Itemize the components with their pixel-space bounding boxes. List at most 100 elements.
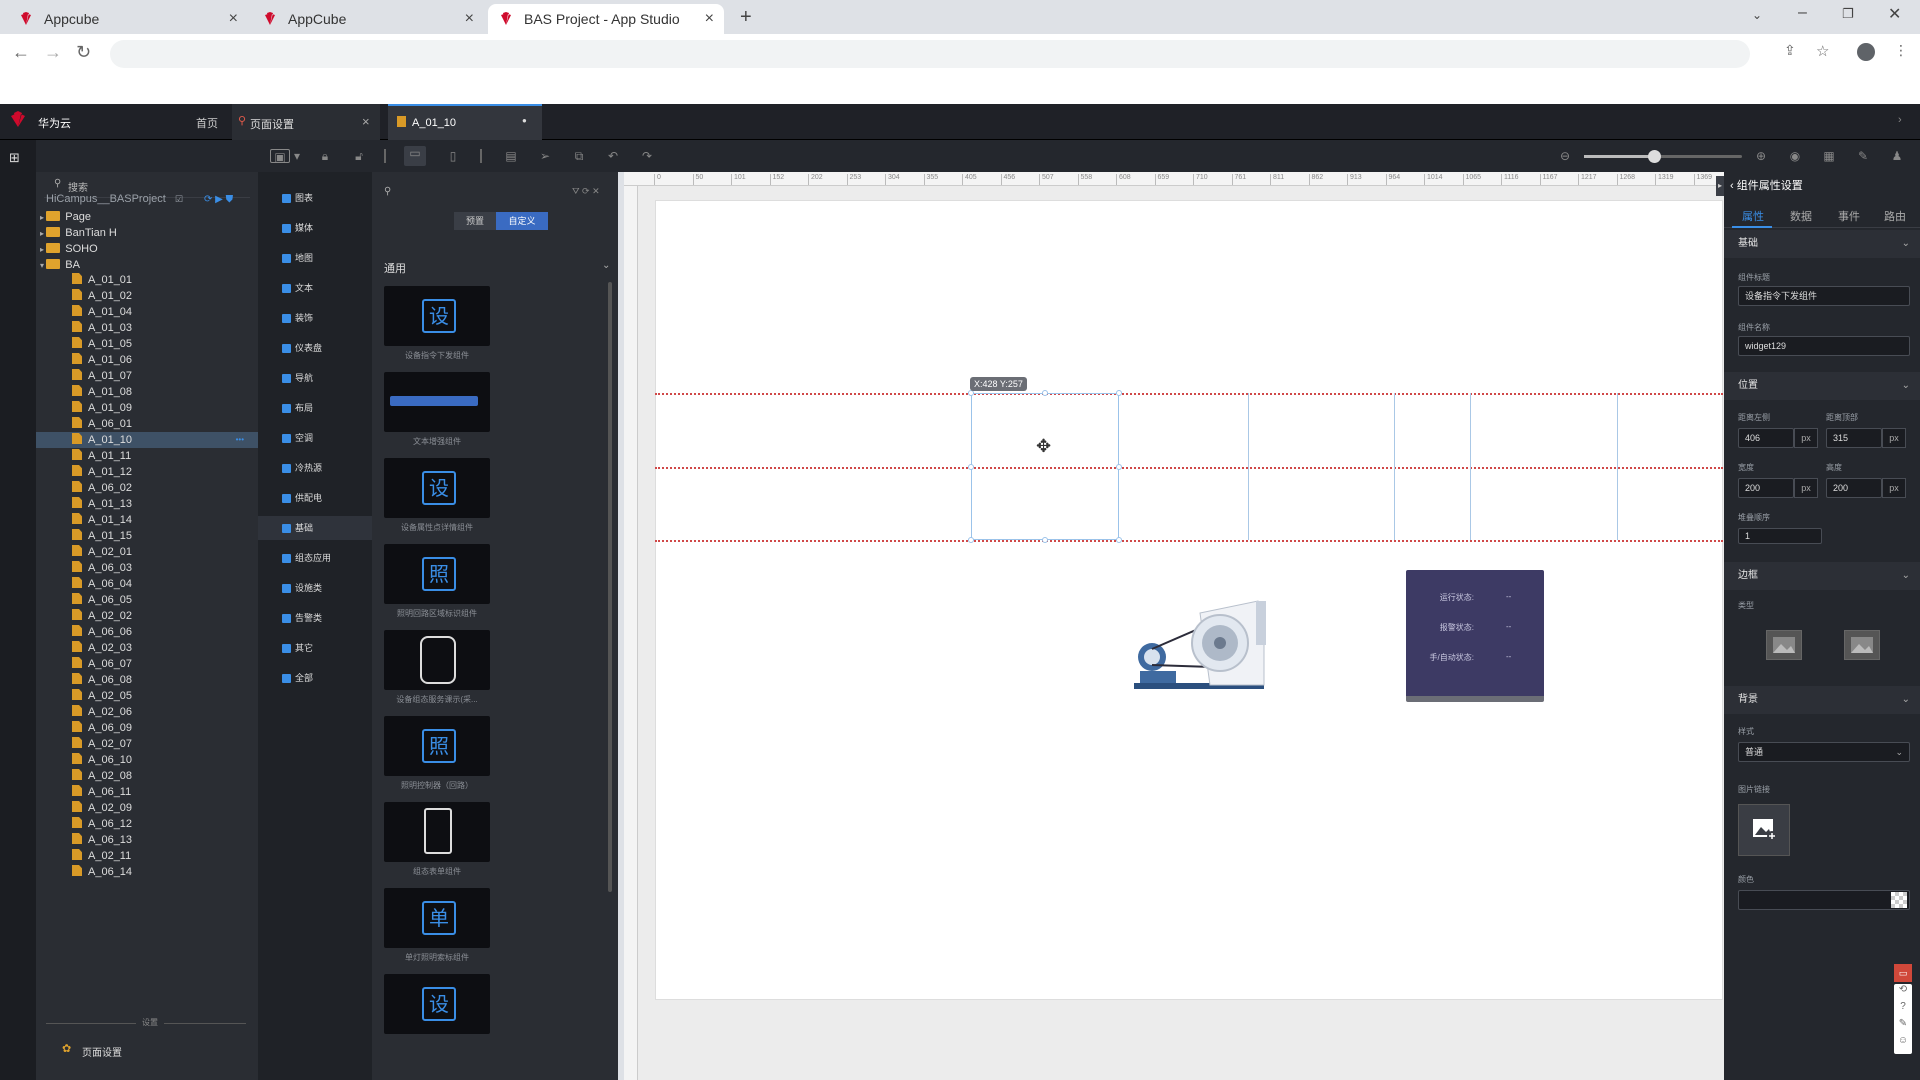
refresh-icon[interactable]: ⟲ [1894, 984, 1912, 1001]
category-item[interactable]: 组态应用 [258, 546, 372, 570]
zindex-input[interactable]: 1 [1738, 528, 1822, 544]
sync-icon[interactable]: ⟳ ▶ ⛊ [204, 190, 233, 209]
tree-page-item[interactable]: A_01_14 [36, 512, 258, 528]
tree-page-item[interactable]: A_06_01 [36, 416, 258, 432]
tree-page-item[interactable]: A_01_08 [36, 384, 258, 400]
category-item[interactable]: 告警类 [258, 606, 372, 630]
tab-routing[interactable]: 路由 [1884, 208, 1906, 224]
save-icon[interactable]: ▤ [504, 149, 518, 163]
reload-icon[interactable]: ↻ [76, 42, 91, 63]
message-icon[interactable]: ▭ [1894, 964, 1912, 982]
unsaved-dot-icon[interactable]: ● [522, 116, 527, 125]
tree-page-item[interactable]: A_02_11 [36, 848, 258, 864]
resize-handle[interactable] [968, 464, 974, 470]
transparent-swatch-icon[interactable] [1891, 892, 1907, 908]
section-border[interactable]: 边框 ⌄ [1724, 562, 1920, 590]
forward-icon[interactable]: → [44, 42, 62, 63]
resize-handle[interactable] [1116, 537, 1122, 543]
preview-icon[interactable]: ⧉ [572, 149, 586, 163]
tree-page-item[interactable]: A_01_11 [36, 448, 258, 464]
category-item[interactable]: ▸图表 [258, 186, 372, 210]
border-image-option-icon[interactable] [1844, 630, 1880, 660]
widget-card[interactable]: 照 [384, 544, 490, 604]
height-input[interactable]: 200 [1826, 478, 1882, 498]
tree-page-item[interactable]: A_01_03 [36, 320, 258, 336]
widget-card[interactable]: 设 [384, 458, 490, 518]
tree-page-item[interactable]: A_01_05 [36, 336, 258, 352]
tree-page-item[interactable]: A_06_07 [36, 656, 258, 672]
bookmark-star-icon[interactable]: ☆ [1816, 42, 1829, 60]
component-title-input[interactable]: 设备指令下发组件 [1738, 286, 1910, 306]
search-icon[interactable]: ⚲ [384, 186, 391, 197]
grid-icon[interactable]: ▦ [1822, 149, 1836, 163]
category-item[interactable]: 装饰 [258, 306, 372, 330]
widget-card[interactable] [384, 372, 490, 432]
chat-icon[interactable]: ☺ [1894, 1035, 1912, 1052]
close-icon[interactable]: × [362, 114, 370, 129]
editor-tab-active[interactable]: A_01_10 ● [388, 104, 542, 140]
collapse-panel-icon[interactable]: ▸ [1716, 176, 1724, 196]
chevron-down-icon[interactable]: ⌄ [602, 260, 610, 271]
edit-icon[interactable]: ✎ [1856, 149, 1870, 163]
widget-card[interactable]: 单 [384, 888, 490, 948]
category-item[interactable]: 供配电 [258, 486, 372, 510]
tree-page-item[interactable]: A_02_03 [36, 640, 258, 656]
chevron-down-icon[interactable]: ▾ [290, 149, 304, 163]
section-background[interactable]: 背景 ⌄ [1724, 686, 1920, 714]
chevron-left-icon[interactable]: ‹ [1730, 180, 1737, 192]
tree-page-item[interactable]: A_06_05 [36, 592, 258, 608]
component-name-input[interactable]: widget129 [1738, 336, 1910, 356]
tree-page-item[interactable]: A_06_14 [36, 864, 258, 880]
browser-tab[interactable]: AppCube × [252, 4, 484, 34]
bg-style-select[interactable]: 普通 ⌄ [1738, 742, 1910, 762]
tab-properties[interactable]: 属性 [1742, 208, 1764, 224]
undo-icon[interactable]: ↶ [606, 149, 620, 163]
tree-page-item[interactable]: A_02_09 [36, 800, 258, 816]
tree-page-item[interactable]: A_02_01 [36, 544, 258, 560]
eye-icon[interactable]: ◉ [1788, 149, 1802, 163]
back-icon[interactable]: ← [12, 42, 30, 63]
help-icon[interactable]: ? [1894, 1001, 1912, 1018]
tree-page-item[interactable]: A_06_11 [36, 784, 258, 800]
redo-icon[interactable]: ↷ [640, 149, 654, 163]
category-item[interactable]: 媒体 [258, 216, 372, 240]
unlock-icon[interactable]: 🔓︎ [352, 149, 366, 163]
widget-card[interactable]: 设 [384, 286, 490, 346]
scrollbar[interactable] [608, 282, 612, 892]
zoom-slider-handle[interactable] [1648, 150, 1661, 163]
browser-menu-icon[interactable]: ⋮ [1894, 42, 1908, 59]
color-picker[interactable] [1738, 890, 1910, 910]
close-icon[interactable]: × [229, 10, 238, 28]
widget-card[interactable]: 设 [384, 974, 490, 1034]
home-link[interactable]: 首页 [196, 115, 218, 131]
category-item[interactable]: 文本 [258, 276, 372, 300]
tree-page-item[interactable]: A_02_06 [36, 704, 258, 720]
browser-tab[interactable]: Appcube × [8, 4, 248, 34]
tree-page-item[interactable]: A_06_10 [36, 752, 258, 768]
tree-page-item[interactable]: A_01_09 [36, 400, 258, 416]
filter-icon[interactable]: ⛛ ⟳ ✕ [572, 186, 600, 197]
left-input[interactable]: 406 [1738, 428, 1794, 448]
widget-card[interactable] [384, 630, 490, 690]
category-item[interactable]: 地图 [258, 246, 372, 270]
tab-search-icon[interactable]: ⌄ [1752, 8, 1762, 22]
resize-handle[interactable] [1116, 390, 1122, 396]
checkbox-icon[interactable]: ☑ [175, 194, 183, 204]
zoom-out-icon[interactable]: ⊖ [1558, 149, 1572, 163]
tree-page-item[interactable]: A_01_13 [36, 496, 258, 512]
mobile-view-icon[interactable]: ▯ [446, 149, 460, 163]
resize-handle[interactable] [1042, 537, 1048, 543]
category-item[interactable]: 空调 [258, 426, 372, 450]
share-icon[interactable]: ⇪ [1784, 42, 1796, 59]
editor-tab[interactable]: ⚲ 页面设置 × [232, 104, 380, 140]
tree-page-item[interactable]: A_06_09 [36, 720, 258, 736]
tree-page-item[interactable]: A_02_07 [36, 736, 258, 752]
width-input[interactable]: 200 [1738, 478, 1794, 498]
selected-widget[interactable]: ✥ [968, 390, 1122, 543]
resize-handle[interactable] [1116, 464, 1122, 470]
category-item[interactable]: 导航 [258, 366, 372, 390]
pump-image[interactable] [1130, 595, 1282, 695]
zoom-slider[interactable] [1584, 150, 1742, 163]
more-options-icon[interactable]: ••• [236, 432, 244, 448]
category-item[interactable]: 仪表盘 [258, 336, 372, 360]
